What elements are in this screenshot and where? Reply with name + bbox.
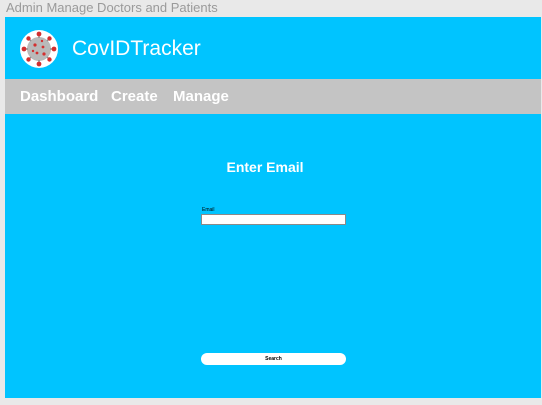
- page-heading: Enter Email: [226, 159, 304, 175]
- app-brand-name: CovIDTracker: [72, 37, 201, 60]
- email-input[interactable]: [201, 214, 346, 225]
- nav-item-create[interactable]: Create: [111, 87, 158, 106]
- nav-bar: Dashboard Create Manage: [5, 79, 541, 114]
- main-content: Enter Email Email Search: [5, 114, 541, 398]
- nav-item-dashboard[interactable]: Dashboard: [20, 87, 98, 106]
- email-label: Email: [202, 207, 215, 213]
- coronavirus-icon: [20, 30, 58, 68]
- nav-item-manage[interactable]: Manage: [173, 87, 229, 106]
- artboard-title: Admin Manage Doctors and Patients: [6, 0, 218, 15]
- search-button[interactable]: Search: [201, 353, 346, 365]
- header: CovIDTracker: [5, 17, 541, 79]
- app-frame: CovIDTracker Dashboard Create Manage Ent…: [5, 17, 541, 398]
